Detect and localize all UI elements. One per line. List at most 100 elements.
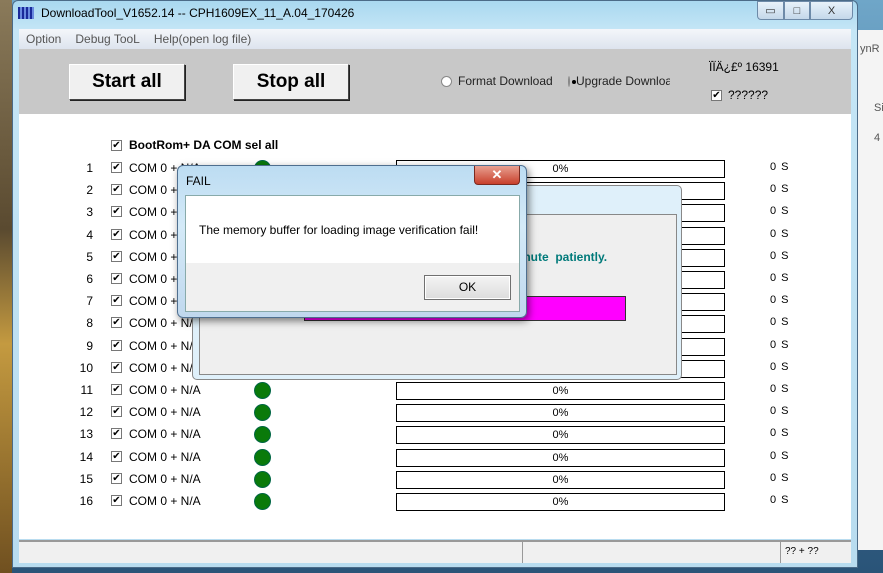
status-led-icon bbox=[254, 448, 271, 466]
port-checkbox[interactable]: ✔ bbox=[111, 162, 122, 173]
desktop-background bbox=[0, 0, 12, 573]
port-number: 3 bbox=[86, 205, 93, 220]
port-com: COM 0 + N/A bbox=[129, 338, 201, 353]
status-led-icon bbox=[254, 470, 271, 488]
port-checkbox[interactable]: ✔ bbox=[111, 384, 122, 395]
radio-icon bbox=[441, 75, 452, 87]
port-checkbox[interactable]: ✔ bbox=[111, 406, 122, 418]
port-checkbox[interactable]: ✔ bbox=[111, 295, 122, 307]
minimize-button[interactable]: ▭ bbox=[757, 1, 784, 20]
port-checkbox[interactable]: ✔ bbox=[111, 339, 122, 351]
status-pane-1 bbox=[19, 542, 523, 563]
port-number: 12 bbox=[79, 405, 93, 420]
port-checkbox[interactable]: ✔ bbox=[111, 472, 122, 484]
port-time: 0 S bbox=[770, 316, 790, 329]
background-text: Si bbox=[874, 102, 883, 114]
port-row: 12 ✔ COM 0 + N/A 0% 0 S bbox=[19, 403, 851, 423]
port-number: 11 bbox=[80, 383, 93, 397]
port-row: 11 ✔ COM 0 + N/A 0% 0 S bbox=[19, 381, 851, 401]
port-time: 0 S bbox=[770, 205, 790, 218]
close-window-button[interactable]: X bbox=[810, 1, 853, 20]
radio-selected-icon bbox=[568, 75, 576, 87]
port-com: COM 0 + N/A bbox=[129, 316, 201, 331]
port-time: 0 S bbox=[770, 471, 790, 484]
format-download-radio[interactable]: Format Download bbox=[441, 74, 553, 88]
port-number: 4 bbox=[86, 227, 93, 242]
port-checkbox[interactable]: ✔ bbox=[111, 317, 122, 329]
info-text: ÏÏÄ¿£º 16391 bbox=[709, 60, 779, 74]
background-text: ynR bbox=[860, 43, 880, 55]
wait-message: inute patiently. bbox=[520, 250, 608, 264]
status-bar: ?? + ?? bbox=[19, 540, 851, 563]
port-time: 0 S bbox=[770, 360, 790, 373]
port-number: 10 bbox=[79, 360, 93, 375]
port-time: 0 S bbox=[770, 494, 790, 506]
port-time: 0 S bbox=[770, 383, 790, 395]
start-all-button[interactable]: Start all bbox=[69, 64, 185, 100]
port-checkbox[interactable]: ✔ bbox=[111, 273, 122, 284]
port-progress-bar: 0% bbox=[396, 404, 725, 423]
radio-label: Format Download bbox=[458, 74, 553, 88]
port-checkbox[interactable]: ✔ bbox=[111, 450, 122, 462]
port-progress-bar: 0% bbox=[396, 382, 725, 400]
extra-checkbox[interactable]: ✔ ?????? bbox=[711, 88, 768, 102]
port-time: 0 S bbox=[770, 227, 790, 240]
port-checkbox[interactable]: ✔ bbox=[111, 361, 122, 373]
port-checkbox[interactable]: ✔ bbox=[111, 250, 122, 262]
port-checkbox[interactable]: ✔ bbox=[111, 206, 122, 218]
port-checkbox[interactable]: ✔ bbox=[111, 495, 122, 506]
port-progress-bar: 0% bbox=[396, 448, 725, 467]
port-com: COM 0 + N/A bbox=[129, 427, 201, 442]
port-number: 6 bbox=[86, 272, 93, 286]
port-time: 0 S bbox=[770, 449, 790, 462]
menu-help[interactable]: Help(open log file) bbox=[147, 32, 258, 46]
port-time: 0 S bbox=[770, 338, 790, 351]
port-time: 0 S bbox=[770, 405, 790, 418]
checkbox-checked-icon: ✔ bbox=[711, 89, 722, 101]
menu-option[interactable]: Option bbox=[19, 32, 68, 46]
select-all-label: BootRom+ DA COM sel all bbox=[129, 138, 279, 152]
close-dialog-button[interactable]: ✕ bbox=[474, 166, 520, 185]
port-number: 9 bbox=[86, 338, 93, 353]
background-window: ynR Si 4 bbox=[858, 30, 883, 550]
status-pane-3: ?? + ?? bbox=[785, 546, 819, 557]
status-led-icon bbox=[254, 426, 271, 444]
upgrade-download-radio[interactable]: Upgrade Downloa bbox=[568, 74, 670, 88]
port-number: 8 bbox=[86, 316, 93, 331]
checkbox-checked-icon: ✔ bbox=[111, 139, 122, 151]
select-all-checkbox[interactable]: ✔ BootRom+ DA COM sel all bbox=[111, 138, 278, 152]
app-icon bbox=[18, 7, 34, 19]
port-time: 0 S bbox=[770, 161, 790, 173]
port-checkbox[interactable]: ✔ bbox=[111, 184, 122, 196]
fail-dialog: FAIL ✕ The memory buffer for loading ima… bbox=[177, 165, 527, 318]
port-row: 13 ✔ COM 0 + N/A 0% 0 S bbox=[19, 425, 851, 445]
port-com: COM 0 + N/A bbox=[129, 360, 201, 375]
menu-debug-tool[interactable]: Debug TooL bbox=[68, 32, 147, 46]
toolbar: Start all Stop all Format Download Upgra… bbox=[19, 49, 851, 114]
dialog-title: FAIL bbox=[186, 174, 211, 188]
port-number: 16 bbox=[79, 494, 93, 508]
port-com: COM 0 + N/A bbox=[129, 405, 201, 420]
port-number: 1 bbox=[86, 161, 93, 175]
port-row: 14 ✔ COM 0 + N/A 0% 0 S bbox=[19, 448, 851, 468]
port-row: 15 ✔ COM 0 + N/A 0% 0 S bbox=[19, 470, 851, 490]
status-led-icon bbox=[254, 404, 271, 422]
checkbox-label: ?????? bbox=[728, 88, 769, 102]
port-checkbox[interactable]: ✔ bbox=[111, 228, 122, 240]
port-row: 16 ✔ COM 0 + N/A 0% 0 S bbox=[19, 492, 851, 512]
port-progress-bar: 0% bbox=[396, 426, 725, 445]
port-number: 5 bbox=[86, 249, 93, 264]
maximize-button[interactable]: □ bbox=[784, 1, 810, 20]
port-checkbox[interactable]: ✔ bbox=[111, 428, 122, 440]
port-progress-bar: 0% bbox=[396, 470, 725, 489]
error-message: The memory buffer for loading image veri… bbox=[199, 223, 479, 237]
port-com: COM 0 + N/A bbox=[129, 471, 201, 486]
radio-label: Upgrade Downloa bbox=[576, 74, 670, 88]
ok-button[interactable]: OK bbox=[424, 275, 511, 300]
menu-bar: Option Debug TooL Help(open log file) bbox=[19, 29, 851, 49]
port-number: 14 bbox=[79, 449, 93, 464]
stop-all-button[interactable]: Stop all bbox=[233, 64, 349, 100]
background-text: 4 bbox=[874, 132, 881, 144]
port-time: 0 S bbox=[770, 272, 790, 284]
status-led-icon bbox=[254, 493, 271, 510]
